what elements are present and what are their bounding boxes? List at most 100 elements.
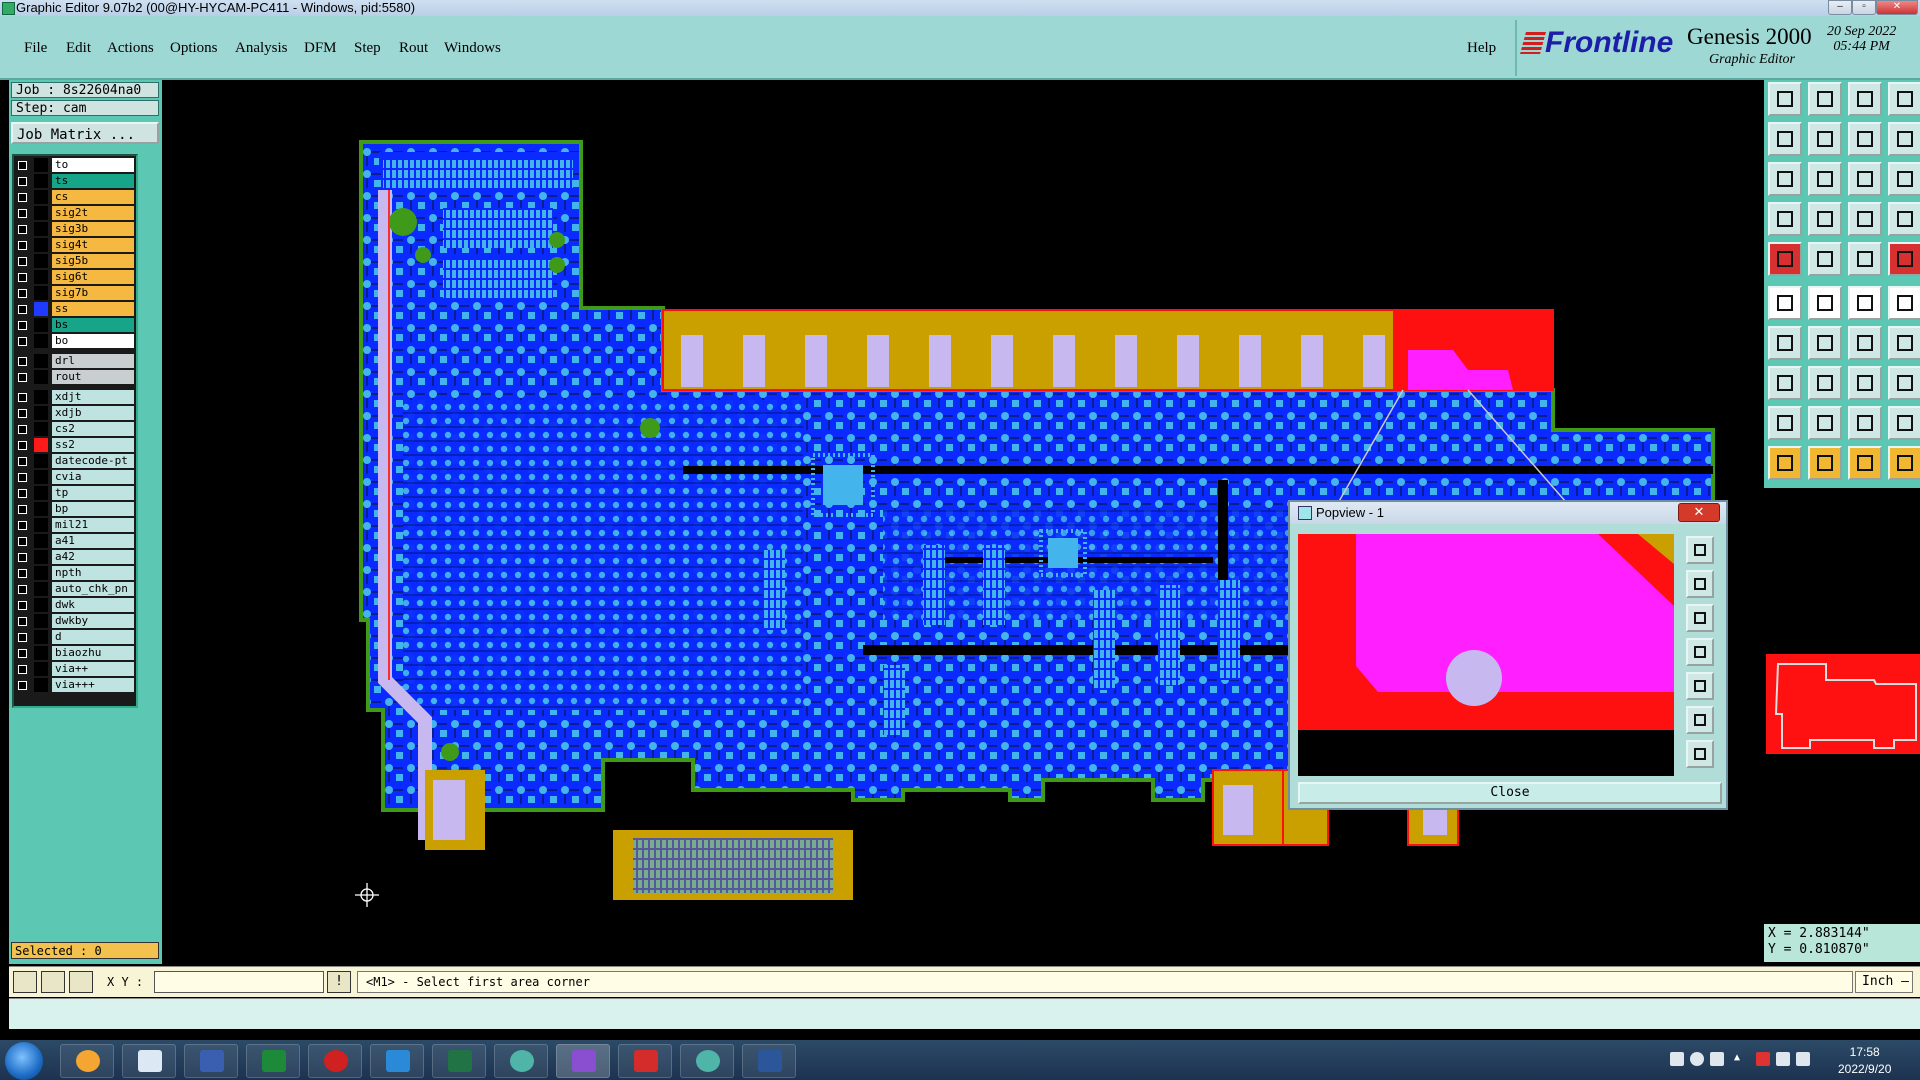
layer-row-cs[interactable]: cs [14, 190, 134, 204]
layer-color-swatch[interactable] [34, 174, 48, 188]
layer-checkbox[interactable] [18, 193, 27, 202]
layer-row-npth[interactable]: npth [14, 566, 134, 580]
start-button[interactable] [5, 1042, 43, 1080]
layer-name[interactable]: datecode-pt [52, 454, 134, 468]
layer-color-swatch[interactable] [34, 206, 48, 220]
layer-color-swatch[interactable] [34, 158, 48, 172]
menu-actions[interactable]: Actions [107, 40, 154, 57]
tray-help-icon[interactable] [1690, 1052, 1704, 1066]
layer-name[interactable]: biaozhu [52, 646, 134, 660]
layer-row-drl[interactable]: drl [14, 354, 134, 368]
layer-name[interactable]: dwk [52, 598, 134, 612]
tool-select-icon[interactable] [1768, 286, 1802, 320]
tool-net-icon[interactable] [1888, 202, 1920, 236]
layer-checkbox[interactable] [18, 553, 27, 562]
tool-area-icon[interactable] [1888, 446, 1920, 480]
layer-name[interactable]: cvia [52, 470, 134, 484]
popview-pan-down-icon[interactable] [1686, 604, 1714, 632]
tool-drc-icon[interactable] [1808, 406, 1842, 440]
layer-name[interactable]: sig3b [52, 222, 134, 236]
layer-row-sig7b[interactable]: sig7b [14, 286, 134, 300]
tool-bar-icon[interactable] [1808, 366, 1842, 400]
tool-text-icon[interactable] [1888, 326, 1920, 360]
layer-checkbox[interactable] [18, 457, 27, 466]
tray-keyboard-icon[interactable] [1670, 1052, 1684, 1066]
taskbar-p-app-icon[interactable] [246, 1044, 300, 1078]
tool-triangle-icon[interactable] [1768, 406, 1802, 440]
layer-name[interactable]: bo [52, 334, 134, 348]
layer-color-swatch[interactable] [34, 302, 48, 316]
menu-file[interactable]: File [24, 40, 47, 57]
layer-color-swatch[interactable] [34, 438, 48, 452]
layer-checkbox[interactable] [18, 489, 27, 498]
tool-circle-icon[interactable] [1888, 242, 1920, 276]
tool-help-icon[interactable] [1888, 162, 1920, 196]
taskbar-word-icon[interactable] [742, 1044, 796, 1078]
layer-color-swatch[interactable] [34, 486, 48, 500]
popview-fit-icon[interactable] [1686, 536, 1714, 564]
layer-row-bs[interactable]: bs [14, 318, 134, 332]
layer-color-swatch[interactable] [34, 518, 48, 532]
maximize-button[interactable]: ▫ [1852, 0, 1876, 15]
layer-name[interactable]: ss [52, 302, 134, 316]
layer-row-sig2t[interactable]: sig2t [14, 206, 134, 220]
layer-color-swatch[interactable] [34, 238, 48, 252]
taskbar-notepad-icon[interactable] [122, 1044, 176, 1078]
layer-checkbox[interactable] [18, 321, 27, 330]
layer-checkbox[interactable] [18, 409, 27, 418]
tool-delete-icon[interactable] [1808, 286, 1842, 320]
layer-color-swatch[interactable] [34, 470, 48, 484]
layer-name[interactable]: auto_chk_pn [52, 582, 134, 596]
tool-open-icon[interactable] [1768, 82, 1802, 116]
grid-icon[interactable] [69, 971, 93, 993]
layer-row-cs2[interactable]: cs2 [14, 422, 134, 436]
popview-title-bar[interactable]: Popview - 1 ✕ [1290, 502, 1726, 524]
layer-row-via-[interactable]: via++ [14, 662, 134, 676]
warning-icon[interactable]: ! [327, 971, 351, 993]
layer-name[interactable]: tp [52, 486, 134, 500]
tool-line-icon[interactable] [1808, 242, 1842, 276]
layer-color-swatch[interactable] [34, 334, 48, 348]
tray-pen-icon[interactable] [1710, 1052, 1724, 1066]
layer-name[interactable]: drl [52, 354, 134, 368]
tool-split-icon[interactable] [1888, 122, 1920, 156]
layer-row-sig4t[interactable]: sig4t [14, 238, 134, 252]
layer-row-bo[interactable]: bo [14, 334, 134, 348]
taskbar-clock[interactable]: 17:58 2022/9/20 [1838, 1044, 1891, 1078]
layer-color-swatch[interactable] [34, 270, 48, 284]
layer-checkbox[interactable] [18, 209, 27, 218]
layer-row-datecode-pt[interactable]: datecode-pt [14, 454, 134, 468]
tool-route-icon[interactable] [1848, 202, 1882, 236]
popview-close-button[interactable]: Close [1298, 782, 1722, 804]
layer-row-xdjt[interactable]: xdjt [14, 390, 134, 404]
zoom-area-icon[interactable] [13, 971, 37, 993]
layer-row-a42[interactable]: a42 [14, 550, 134, 564]
layer-row-to[interactable]: to [14, 158, 134, 172]
layer-row-a41[interactable]: a41 [14, 534, 134, 548]
tool-cursor-icon[interactable] [1848, 446, 1882, 480]
layer-checkbox[interactable] [18, 665, 27, 674]
tool-scale-icon[interactable] [1848, 162, 1882, 196]
layer-name[interactable]: sig4t [52, 238, 134, 252]
layer-color-swatch[interactable] [34, 190, 48, 204]
layer-name[interactable]: via++ [52, 662, 134, 676]
tool-pointer2-icon[interactable] [1808, 446, 1842, 480]
layer-checkbox[interactable] [18, 617, 27, 626]
taskbar-viewer-icon[interactable] [680, 1044, 734, 1078]
layer-checkbox[interactable] [18, 505, 27, 514]
layer-checkbox[interactable] [18, 357, 27, 366]
layer-color-swatch[interactable] [34, 370, 48, 384]
tool-pointer-icon[interactable] [1768, 446, 1802, 480]
layer-name[interactable]: dwkby [52, 614, 134, 628]
layer-checkbox[interactable] [18, 521, 27, 530]
tool-next-icon[interactable] [1808, 122, 1842, 156]
menu-edit[interactable]: Edit [66, 40, 91, 57]
layer-color-swatch[interactable] [34, 614, 48, 628]
layer-color-swatch[interactable] [34, 318, 48, 332]
popview-window[interactable]: Popview - 1 ✕ Close [1288, 500, 1728, 810]
tool-mirror-icon[interactable] [1848, 122, 1882, 156]
tool-save-icon[interactable] [1808, 82, 1842, 116]
layer-checkbox[interactable] [18, 305, 27, 314]
tray-network-icon[interactable] [1796, 1052, 1810, 1066]
layer-name[interactable]: via+++ [52, 678, 134, 692]
